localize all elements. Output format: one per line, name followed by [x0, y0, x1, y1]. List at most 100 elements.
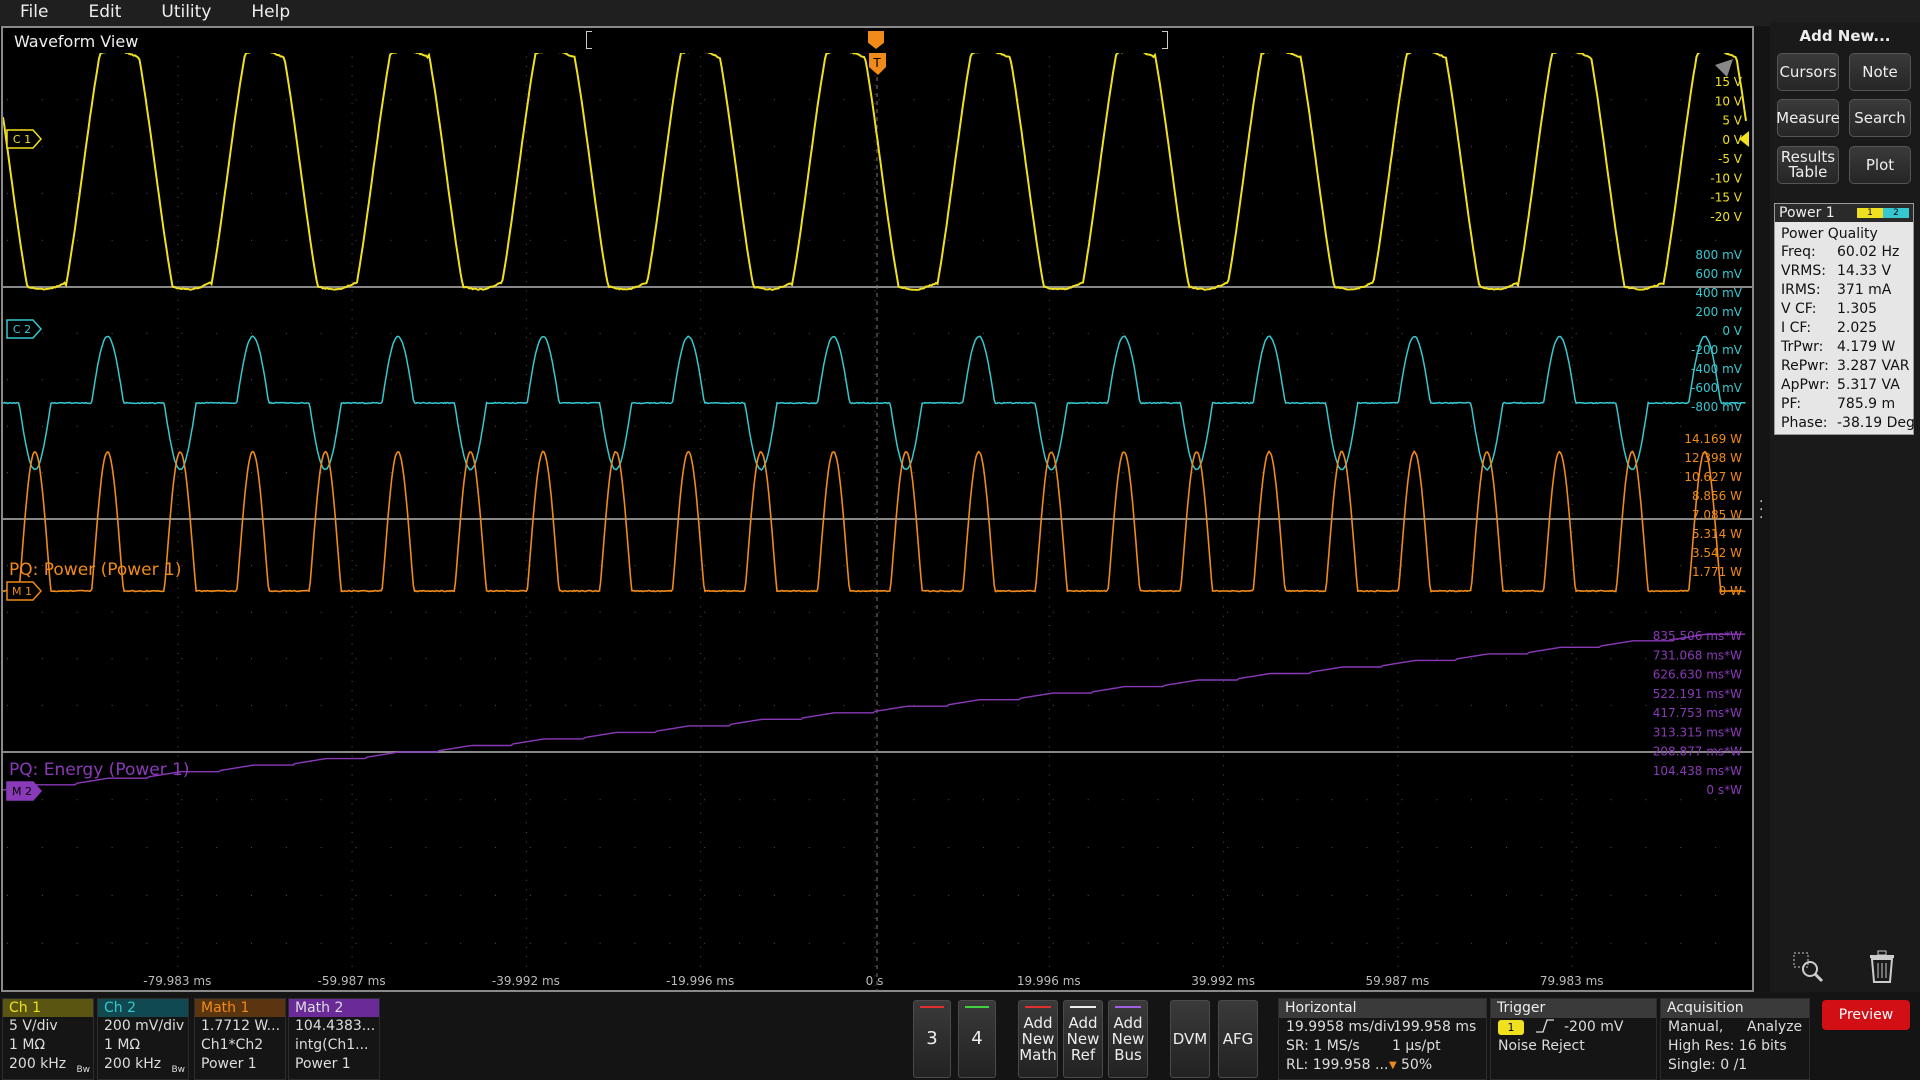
horizontal-badge[interactable]: Horizontal 19.9958 ms/div 199.958 ms SR: … — [1278, 998, 1487, 1080]
trash-icon[interactable] — [1862, 948, 1902, 986]
pq-row: IRMS: 371 mA — [1781, 282, 1911, 300]
record-overview[interactable] — [586, 31, 1168, 49]
menu-utility[interactable]: Utility — [141, 0, 231, 26]
pq-value: -38.19 Deg — [1837, 415, 1915, 431]
math2-scale-label: 417.753 ms*W — [1653, 706, 1742, 720]
results-table-button[interactable]: Results Table — [1777, 146, 1839, 184]
cursors-button[interactable]: Cursors — [1777, 53, 1839, 91]
note-button[interactable]: Note — [1849, 53, 1911, 91]
pq-row: V CF: 1.305 — [1781, 301, 1911, 319]
math1-scale-label: 8.856 W — [1692, 489, 1742, 503]
ch2-trace — [3, 336, 1745, 470]
math2-expression: intg(Ch1... — [289, 1036, 379, 1055]
panel-resize-handle[interactable]: · · · — [1759, 498, 1765, 524]
trigger-position-icon: ▼ — [1389, 1056, 1397, 1075]
ch1-scale-label: -5 V — [1718, 152, 1743, 166]
ch1-badge[interactable]: Ch 1 5 V/div 1 MΩ 200 kHz Bw — [2, 998, 94, 1080]
ch2-scale-label: 400 mV — [1695, 286, 1742, 300]
zoom-icon[interactable] — [1788, 948, 1828, 986]
math1-badge-title: Math 1 — [195, 999, 285, 1017]
add-new-ref-button[interactable]: Add New Ref — [1063, 1000, 1103, 1078]
math1-scale: 1.7712 W... — [195, 1017, 285, 1036]
record-left-bracket[interactable] — [586, 31, 592, 49]
power-quality-results-badge[interactable]: Power 1 1 2 Power Quality Freq: 60.02 Hz V… — [1774, 203, 1914, 435]
ch2-handle-label: C 2 — [13, 323, 31, 336]
waveform-plot[interactable]: 15 V 10 V 5 V 0 V -5 V -10 V -15 V -20 V 800 mV 6… — [3, 53, 1753, 991]
pq-label: TrPwr: — [1781, 339, 1823, 355]
source-2-chip: 2 — [1883, 208, 1909, 218]
time-per-point: 1 µs/pt — [1392, 1037, 1441, 1056]
ch2-badge[interactable]: Ch 2 200 mV/div 1 MΩ 200 kHz Bw — [97, 998, 189, 1080]
math2-scale-label: 522.191 ms*W — [1653, 687, 1742, 701]
menu-bar: File Edit Utility Help — [0, 0, 1920, 26]
ch1-scale-label: -20 V — [1710, 210, 1742, 224]
acquisition-badge[interactable]: Acquisition Manual, Analyze High Res: 16 … — [1660, 998, 1810, 1080]
trigger-title: Trigger — [1491, 999, 1656, 1018]
math2-scale-label: 626.630 ms*W — [1653, 668, 1742, 682]
pq-value: 785.9 m — [1837, 396, 1895, 412]
math1-scale-label: 12.398 W — [1684, 451, 1742, 465]
math1-scale-label: 14.169 W — [1684, 432, 1742, 446]
math1-scale-label: 3.542 W — [1692, 546, 1742, 560]
math1-handle-label: M 1 — [12, 585, 32, 598]
menu-help[interactable]: Help — [231, 0, 310, 26]
preview-button[interactable]: Preview — [1822, 1000, 1910, 1030]
time-axis-label: 79.983 ms — [1540, 974, 1604, 988]
ch1-scale-label: -10 V — [1710, 171, 1742, 185]
pq-row: RePwr: 3.287 VAR — [1781, 358, 1911, 376]
ch2-scale-label: -600 mV — [1691, 381, 1743, 395]
time-axis-label: 19.996 ms — [1017, 974, 1081, 988]
add-new-math-button[interactable]: Add New Math — [1018, 1000, 1058, 1078]
plot-button[interactable]: Plot — [1849, 146, 1911, 184]
math2-scale-label: 313.315 ms*W — [1653, 725, 1742, 739]
pq-row: I CF: 2.025 — [1781, 320, 1911, 338]
ch1-scale-label: 15 V — [1715, 75, 1743, 89]
trigger-badge[interactable]: Trigger 1 -200 mV Noise Reject — [1490, 998, 1657, 1080]
ch1-badge-title: Ch 1 — [3, 999, 93, 1017]
pq-row: Phase: -38.19 Deg — [1781, 415, 1911, 433]
search-button[interactable]: Search — [1849, 99, 1911, 137]
sample-rate: SR: 1 MS/s — [1286, 1037, 1360, 1056]
trigger-position: 50% — [1401, 1056, 1432, 1075]
math2-scale-label: 0 s*W — [1706, 783, 1742, 797]
ch2-scale-label: -400 mV — [1691, 362, 1743, 376]
menu-file[interactable]: File — [0, 0, 68, 26]
trigger-source: 1 — [1498, 1020, 1524, 1035]
math1-badge[interactable]: Math 1 1.7712 W... Ch1*Ch2 Power 1 — [194, 998, 286, 1080]
record-right-bracket[interactable] — [1162, 31, 1168, 49]
math2-scale-label: 731.068 ms*W — [1653, 648, 1742, 662]
pq-label: RePwr: — [1781, 358, 1829, 374]
time-axis-label: -39.992 ms — [492, 974, 560, 988]
ch2-bw-limit-icon: Bw — [171, 1065, 185, 1075]
acquisition-resolution: High Res: 16 bits — [1668, 1037, 1787, 1056]
math2-scale-label: 104.438 ms*W — [1653, 764, 1742, 778]
ch1-bw-limit-icon: Bw — [76, 1065, 90, 1075]
source-badge: 1 2 — [1857, 208, 1909, 218]
ch4-button[interactable]: 4 — [958, 1000, 996, 1078]
measure-button[interactable]: Measure — [1777, 99, 1839, 137]
horizontal-scale: 19.9958 ms/div — [1286, 1018, 1395, 1037]
math2-scale-label: 835.506 ms*W — [1653, 629, 1742, 643]
time-axis-label: 39.992 ms — [1191, 974, 1255, 988]
ch1-scale-label: 0 V — [1722, 133, 1742, 147]
dvm-button[interactable]: DVM — [1170, 1000, 1210, 1078]
ch2-scale-label: -200 mV — [1691, 343, 1743, 357]
pq-label: IRMS: — [1781, 282, 1821, 298]
math2-badge[interactable]: Math 2 104.4383... intg(Ch1... Power 1 — [288, 998, 380, 1080]
acquisition-title: Acquisition — [1661, 999, 1809, 1018]
horizontal-title: Horizontal — [1279, 999, 1486, 1018]
time-axis-label: 0 s — [866, 974, 884, 988]
measurement-type: Power Quality — [1781, 226, 1878, 242]
ch3-button[interactable]: 3 — [913, 1000, 951, 1078]
record-trigger-icon — [868, 31, 884, 49]
add-new-bus-button[interactable]: Add New Bus — [1108, 1000, 1148, 1078]
afg-button[interactable]: AFG — [1218, 1000, 1258, 1078]
ch1-scale-label: 10 V — [1715, 94, 1743, 108]
math1-scale-label: 1.771 W — [1692, 565, 1742, 579]
ch1-scale: 5 V/div — [3, 1017, 93, 1036]
ch4-label: 4 — [971, 1031, 982, 1047]
menu-edit[interactable]: Edit — [68, 0, 141, 26]
pq-label: Freq: — [1781, 244, 1816, 260]
math2-name: PQ: Energy (Power 1) — [9, 760, 190, 780]
add-new-ref-label: Add New Ref — [1064, 1015, 1102, 1063]
